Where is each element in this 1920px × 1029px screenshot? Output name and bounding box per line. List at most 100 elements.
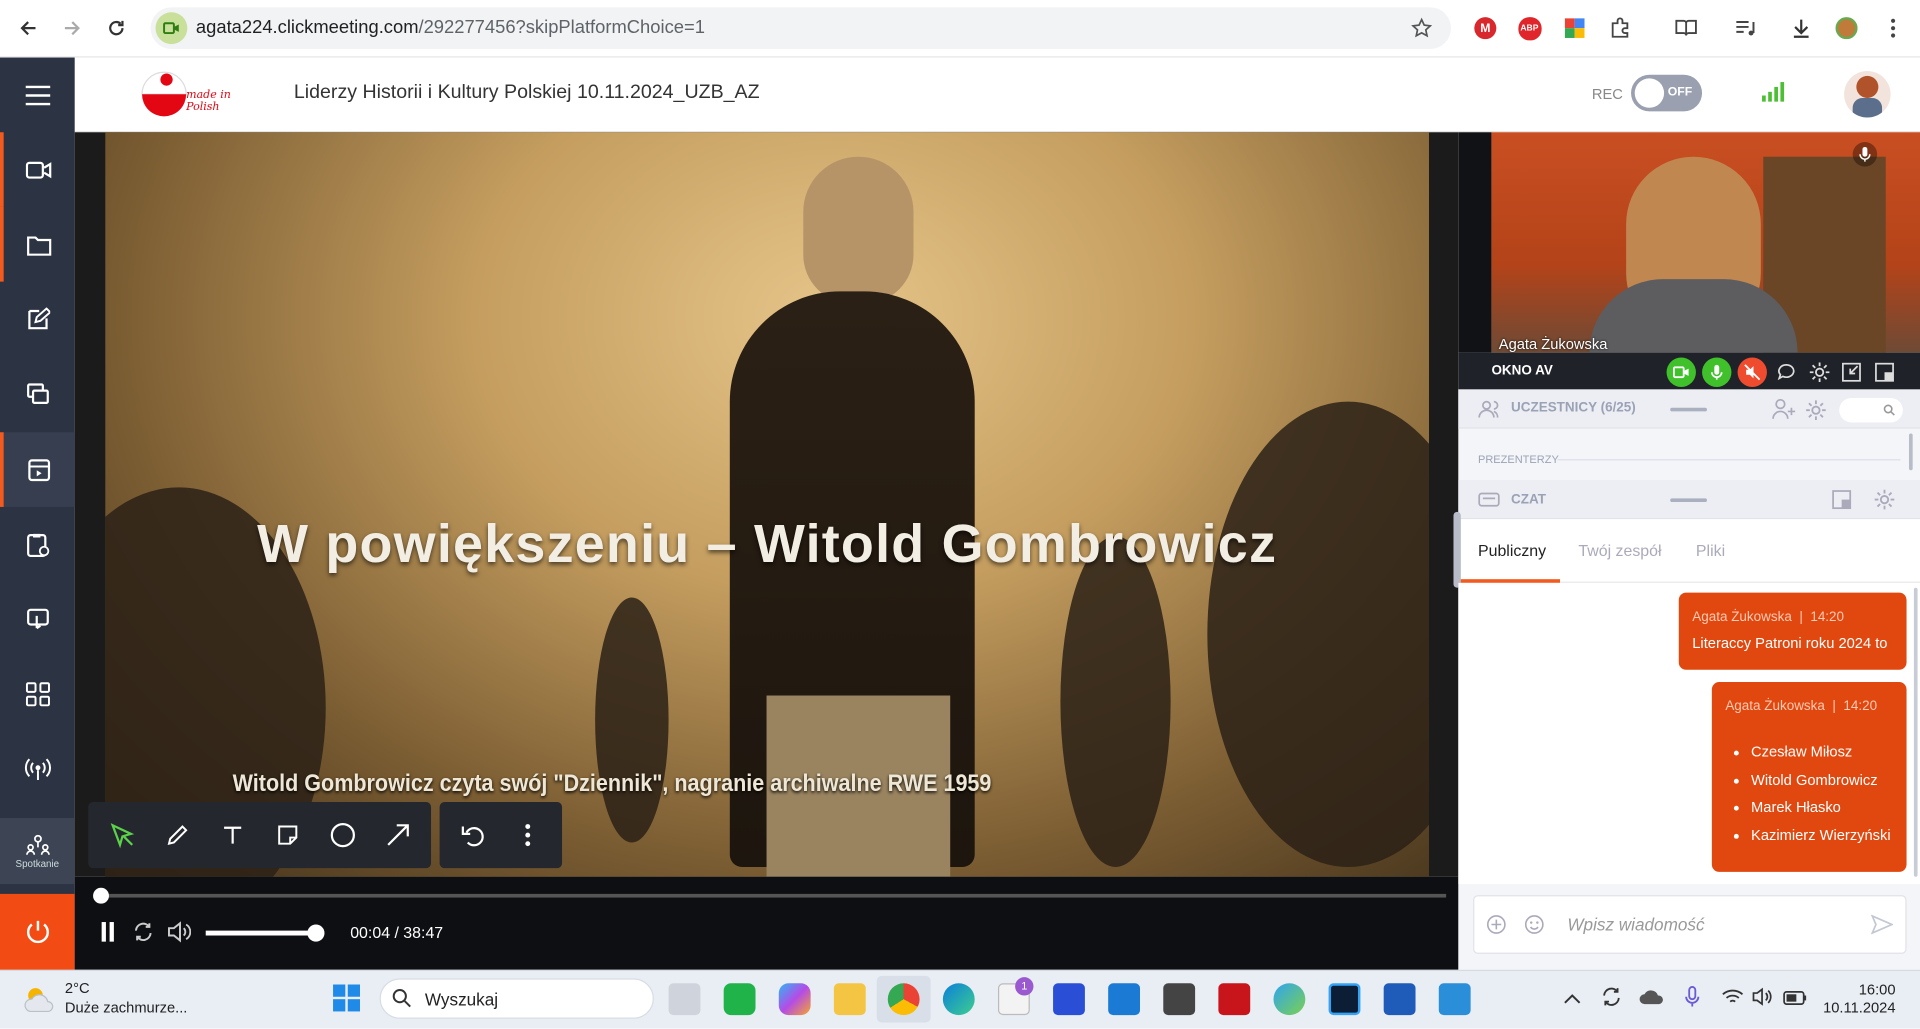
speaker-icon[interactable] (1751, 987, 1773, 1013)
circle-shape-icon[interactable] (327, 819, 359, 851)
weather-cloud-icon[interactable] (22, 984, 56, 1020)
chat-bubble-icon[interactable] (1772, 358, 1801, 387)
sidebar-item-camera[interactable] (0, 132, 75, 207)
chat-settings-icon[interactable] (1873, 489, 1895, 517)
chat-popout-icon[interactable] (1832, 490, 1852, 516)
speaker-toggle-button[interactable] (1737, 357, 1767, 387)
sidebar-item-screenshare[interactable] (0, 356, 75, 431)
battery-icon[interactable] (1783, 989, 1807, 1011)
microphone-toggle-button[interactable] (1702, 357, 1732, 387)
chat-input-placeholder[interactable]: Wpisz wiadomość (1567, 915, 1704, 935)
popout-window-icon[interactable] (1870, 358, 1899, 387)
participant-video[interactable] (1491, 132, 1920, 353)
meeting-people-icon (25, 834, 50, 855)
calendar-icon[interactable] (1108, 983, 1141, 1016)
windows-start-icon[interactable] (332, 983, 361, 1019)
clock-time[interactable]: 16:00 (1820, 981, 1896, 998)
user-avatar[interactable] (1844, 71, 1891, 118)
video-player[interactable] (105, 132, 1429, 877)
photos-icon[interactable] (1438, 983, 1471, 1016)
tab-pliki[interactable]: Pliki (1696, 541, 1725, 559)
google-extension-icon[interactable] (1561, 15, 1588, 42)
forward-icon[interactable] (59, 15, 86, 42)
pencil-icon[interactable] (162, 819, 194, 851)
volume-icon[interactable] (167, 921, 192, 949)
reload-icon[interactable] (103, 15, 130, 42)
panel-resize-handle[interactable] (1453, 511, 1461, 588)
app-icon[interactable] (1053, 983, 1085, 1016)
settings-gear-icon[interactable] (1805, 358, 1834, 387)
adblock-extension-icon[interactable]: ABP (1516, 15, 1543, 42)
profile-extension-icon[interactable] (1833, 15, 1860, 42)
onedrive-cloud-icon[interactable] (1638, 988, 1665, 1011)
chat-scrollbar[interactable] (1913, 587, 1918, 877)
camera-toggle-button[interactable] (1666, 357, 1696, 387)
attach-plus-icon[interactable] (1486, 915, 1507, 941)
clock-date[interactable]: 10.11.2024 (1820, 999, 1895, 1016)
participants-settings-icon[interactable] (1805, 399, 1827, 427)
sidebar-item-apps[interactable] (0, 656, 75, 731)
media-control-icon[interactable] (1731, 15, 1758, 42)
arrow-tool-icon[interactable] (382, 819, 414, 851)
back-icon[interactable] (15, 15, 42, 42)
photoshop-icon[interactable] (1328, 983, 1361, 1016)
file-explorer-icon[interactable] (833, 983, 866, 1016)
video-progress-bar[interactable] (97, 893, 1447, 898)
tab-publiczny[interactable]: Publiczny (1478, 541, 1546, 559)
wifi-icon[interactable] (1722, 988, 1744, 1011)
copilot-icon[interactable] (778, 983, 811, 1016)
show-hidden-icons-chevron-icon[interactable] (1564, 989, 1581, 1011)
sidebar-item-whiteboard[interactable] (0, 282, 75, 357)
sidebar-item-broadcast[interactable] (0, 731, 75, 806)
sidebar-item-survey[interactable] (0, 507, 75, 582)
download-icon[interactable] (1788, 15, 1815, 42)
more-options-icon[interactable] (512, 819, 544, 851)
chrome-icon[interactable] (887, 983, 920, 1016)
emoji-icon[interactable] (1524, 915, 1545, 941)
taskbar-search[interactable] (379, 978, 654, 1019)
edge-icon[interactable] (942, 983, 975, 1016)
sidebar-item-video[interactable] (0, 432, 75, 507)
rec-toggle[interactable]: OFF (1631, 74, 1703, 112)
connection-signal-icon[interactable] (1761, 81, 1785, 109)
mega-extension-icon[interactable]: M (1472, 15, 1499, 42)
microphone-tray-icon[interactable] (1685, 986, 1700, 1014)
tab-twoj-zespol[interactable]: Twój zespół (1578, 541, 1661, 559)
sidebar-item-cta[interactable] (0, 582, 75, 657)
url-text[interactable]: agata224.clickmeeting.com/292277456?skip… (196, 17, 705, 38)
loop-icon[interactable] (132, 921, 154, 949)
minimize-window-icon[interactable] (1837, 358, 1866, 387)
send-icon[interactable] (1870, 914, 1894, 941)
undo-icon[interactable] (457, 819, 489, 851)
kaspersky-icon[interactable] (723, 983, 756, 1016)
sidebar-item-files[interactable] (0, 206, 75, 282)
bookmark-star-icon[interactable] (1408, 15, 1435, 42)
add-participant-icon[interactable] (1772, 398, 1796, 426)
weather-temperature[interactable]: 2°C (65, 980, 90, 997)
participants-scrollbar[interactable] (1908, 433, 1913, 471)
pause-icon[interactable] (99, 921, 116, 949)
sticky-note-icon[interactable] (272, 819, 304, 851)
reading-mode-icon[interactable] (1673, 15, 1700, 42)
participants-search-input[interactable] (1839, 397, 1903, 423)
leave-meeting-button[interactable] (0, 893, 75, 970)
globe-app-icon[interactable] (1273, 983, 1306, 1016)
laser-pointer-icon[interactable] (107, 819, 139, 851)
text-tool-icon[interactable] (217, 819, 249, 851)
made-in-polish-logo[interactable]: made in Polish (137, 70, 253, 119)
drag-handle[interactable] (1670, 407, 1707, 412)
weather-description[interactable]: Duże zachmurze... (65, 999, 188, 1016)
sidebar-item-spotkanie[interactable]: Spotkanie (0, 817, 75, 885)
acrobat-icon[interactable] (1218, 983, 1251, 1016)
search-text[interactable]: Wyszukaj (425, 989, 498, 1009)
sync-icon[interactable] (1600, 986, 1622, 1014)
chrome-menu-icon[interactable] (1880, 15, 1907, 42)
camera-app-icon[interactable] (1163, 983, 1196, 1016)
task-view-icon[interactable] (668, 983, 701, 1016)
volume-slider[interactable] (205, 930, 323, 936)
word-icon[interactable] (1383, 983, 1416, 1016)
site-info-icon[interactable] (155, 12, 188, 45)
sidebar-menu-button[interactable] (0, 58, 75, 133)
extensions-puzzle-icon[interactable] (1607, 15, 1634, 42)
drag-handle[interactable] (1670, 498, 1707, 503)
